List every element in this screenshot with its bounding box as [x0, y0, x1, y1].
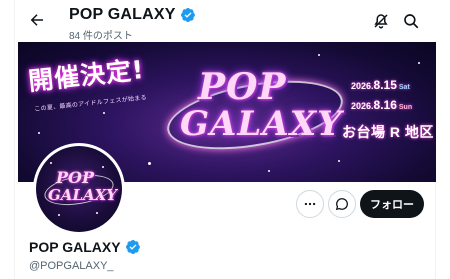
banner-logo-galaxy: GALAXY	[180, 104, 343, 144]
avatar-star	[58, 214, 60, 216]
banner-logo-pop: POP	[198, 66, 287, 108]
profile-handle: @POPGALAXY_	[29, 260, 114, 272]
date2-year: 2026.	[351, 101, 374, 111]
profile-name: POP GALAXY	[29, 239, 121, 255]
follow-button[interactable]: フォロー	[360, 190, 424, 218]
date1-monthday: 8.15	[373, 78, 397, 92]
date1-weekday: Sat	[398, 84, 410, 91]
avatar-star	[96, 212, 98, 214]
avatar-image: POP GALAXY	[36, 146, 122, 232]
back-arrow-icon[interactable]	[27, 10, 47, 30]
top-header: POP GALAXY 84 件のポスト	[15, 0, 437, 42]
event-venue: お台場 R 地区	[342, 124, 434, 140]
header-account-name: POP GALAXY	[69, 6, 176, 23]
banner-star	[418, 62, 420, 64]
date2-monthday: 8.16	[373, 98, 397, 112]
bell-off-icon[interactable]	[371, 11, 391, 31]
banner-star	[38, 132, 40, 134]
more-horizontal-icon	[304, 202, 316, 206]
banner-star	[103, 112, 105, 114]
more-options-button[interactable]	[296, 190, 324, 218]
avatar-logo-galaxy: GALAXY	[48, 186, 117, 204]
post-count: 84 件のポスト	[69, 31, 133, 42]
banner-star	[318, 54, 320, 56]
event-date-1: 2026.8.15 Sat	[351, 78, 410, 92]
date2-weekday: Sun	[398, 104, 413, 111]
header-title: POP GALAXY	[69, 6, 196, 24]
banner-star	[268, 170, 270, 172]
banner-headline: 開催決定!	[26, 54, 146, 96]
avatar-star	[102, 166, 104, 168]
banner-star	[148, 162, 151, 165]
message-icon	[335, 198, 348, 211]
avatar[interactable]: POP GALAXY	[33, 143, 125, 235]
avatar-logo-pop: POP	[56, 168, 94, 187]
event-date-2: 2026.8.16 Sun	[351, 98, 412, 112]
search-icon[interactable]	[401, 11, 421, 31]
banner-logo: POP GALAXY	[158, 60, 349, 170]
profile-page: POP GALAXY 84 件のポスト 開催決定! この夏、最高のアイドルフェス…	[14, 0, 437, 279]
profile-name-row: POP GALAXY	[29, 239, 141, 255]
message-button[interactable]	[328, 190, 356, 218]
verified-badge-icon	[125, 239, 141, 255]
verified-badge-icon	[180, 7, 196, 23]
date1-year: 2026.	[351, 81, 374, 91]
avatar-star	[50, 162, 52, 164]
